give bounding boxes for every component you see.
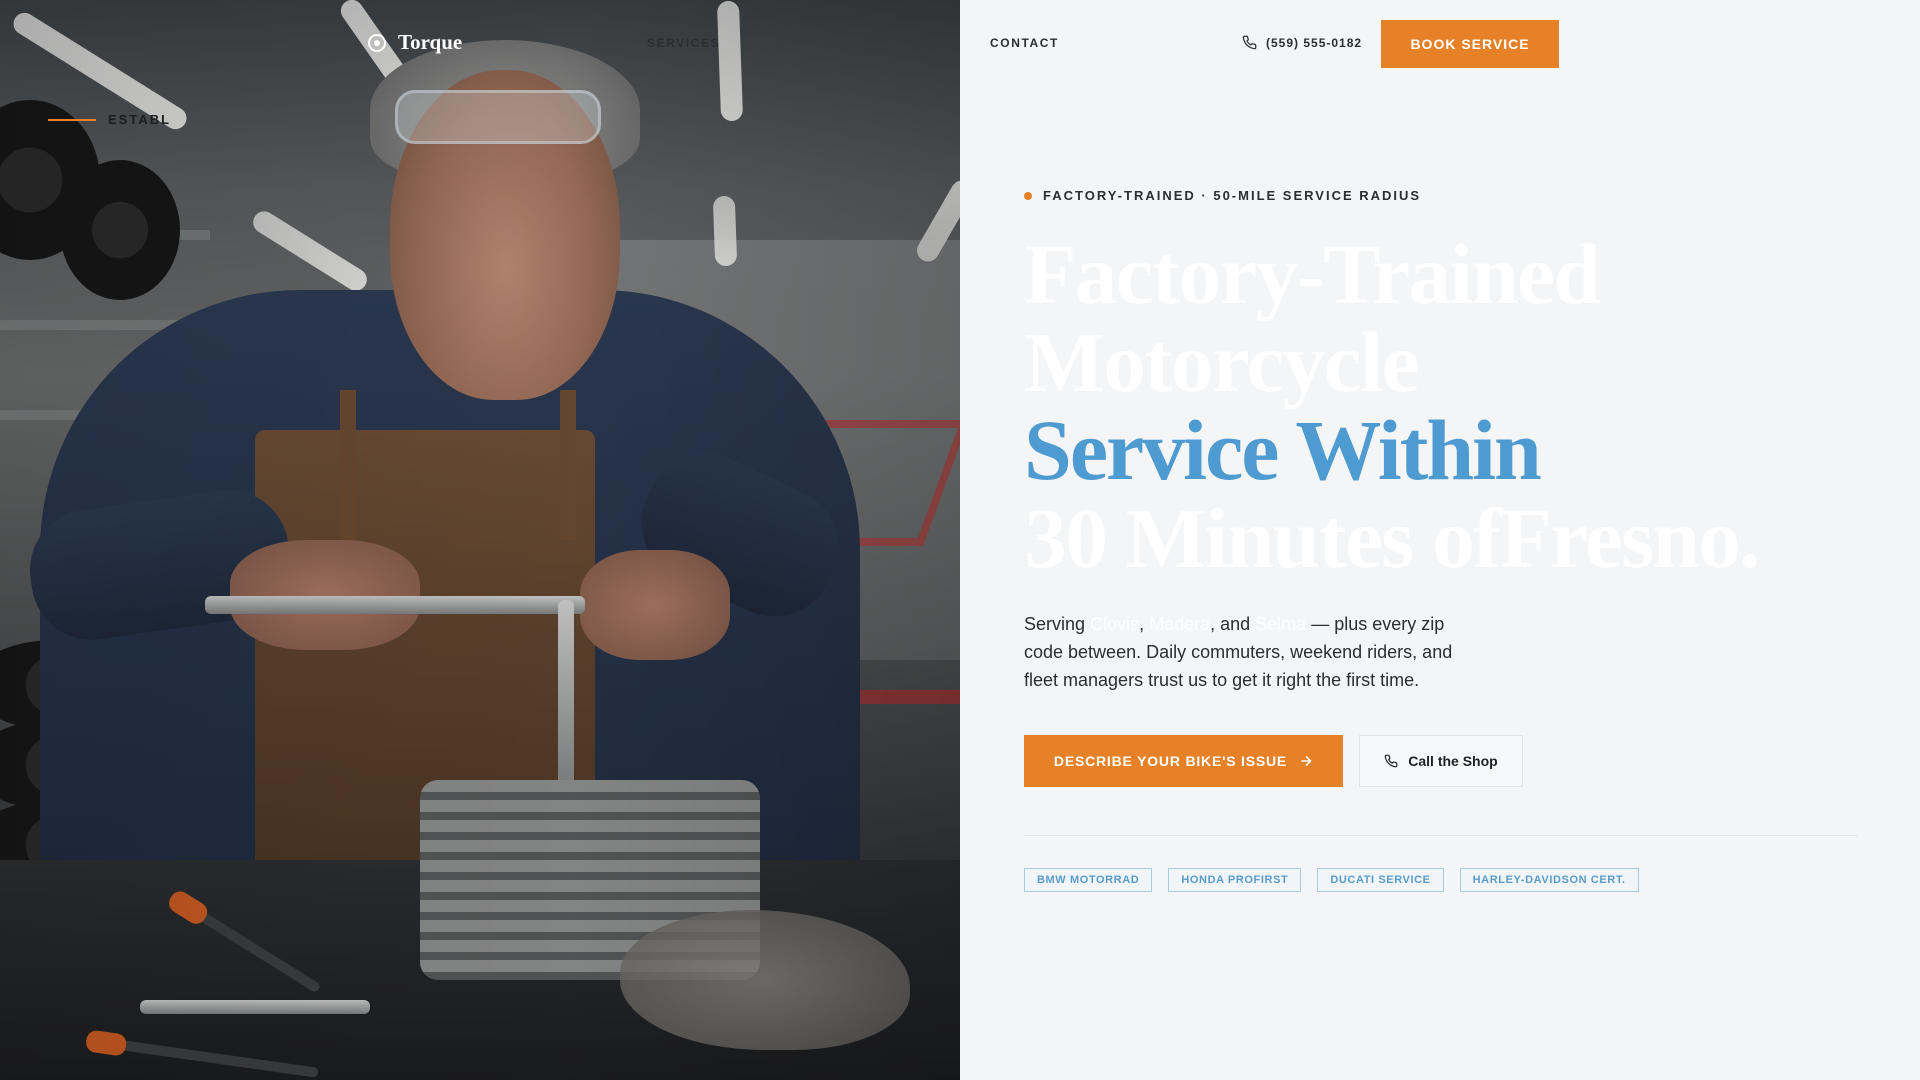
nav-services[interactable]: SERVICES bbox=[647, 36, 720, 50]
badge-bmw-motorrad: BMW MOTORRAD bbox=[1024, 868, 1153, 892]
arrow-right-icon bbox=[1301, 756, 1312, 766]
badge-harley-davidson: HARLEY-DAVIDSON CERT. bbox=[1459, 868, 1639, 892]
headline-line-2: Motorcycle bbox=[1024, 314, 1420, 410]
badge-ducati-service: DUCATI SERVICE bbox=[1317, 868, 1444, 892]
target-icon bbox=[368, 33, 386, 52]
call-shop-button[interactable]: Call the Shop bbox=[1359, 735, 1523, 787]
hero-eyebrow: FACTORY-TRAINED · 50-MILE SERVICE RADIUS bbox=[1024, 188, 1421, 203]
hero-headline: Factory-Trained Motorcycle Service Withi… bbox=[1024, 230, 1884, 582]
phone-icon bbox=[1242, 35, 1257, 50]
lede-city: Madera bbox=[1149, 614, 1211, 634]
hero-eyebrow-text: FACTORY-TRAINED · 50-MILE SERVICE RADIUS bbox=[1043, 188, 1422, 203]
hero-lede: Serving Clovis, Madera, and Selma — plus… bbox=[1024, 610, 1484, 694]
header-phone-number: (559) 555-0182 bbox=[1266, 35, 1363, 50]
badge-honda-profirst: HONDA PROFIRST bbox=[1168, 868, 1302, 892]
lede-prefix: Serving bbox=[1024, 614, 1091, 634]
hero-photo-mechanic bbox=[0, 0, 960, 1080]
lede-city: Selma bbox=[1255, 614, 1307, 634]
certification-badges: BMW MOTORRAD HONDA PROFIRST DUCATI SERVI… bbox=[1024, 868, 1639, 892]
photo-shade bbox=[0, 0, 960, 1080]
headline-line-4: 30 Minutes ofFresno. bbox=[1024, 490, 1761, 586]
status-dot bbox=[1024, 191, 1032, 200]
describe-issue-label: DESCRIBE YOUR BIKE'S ISSUE bbox=[1053, 753, 1288, 769]
call-shop-label: Call the Shop bbox=[1408, 753, 1498, 769]
header-phone-link[interactable]: (559) 555-0182 bbox=[1242, 35, 1362, 50]
describe-issue-button[interactable]: DESCRIBE YOUR BIKE'S ISSUE bbox=[1024, 735, 1343, 787]
nav-contact[interactable]: CONTACT bbox=[990, 36, 1059, 50]
lede-separator: , and bbox=[1210, 614, 1256, 634]
phone-icon bbox=[1384, 754, 1398, 768]
headline-line-1: Factory-Trained bbox=[1024, 226, 1601, 322]
brand-name: Torque bbox=[398, 30, 463, 54]
book-service-button[interactable]: BOOK SERVICE bbox=[1381, 20, 1559, 68]
nav-our-team[interactable]: OUR TEAM bbox=[749, 36, 826, 50]
lede-separator: , bbox=[1139, 614, 1150, 634]
headline-line-3: Service Within bbox=[1024, 402, 1542, 498]
established-text: ESTABL bbox=[108, 112, 172, 127]
established-label: ESTABL bbox=[48, 112, 171, 127]
hero-divider bbox=[1024, 835, 1858, 836]
brand-logo[interactable]: Torque bbox=[368, 30, 462, 55]
lede-city: Clovis bbox=[1090, 614, 1140, 634]
accent-line bbox=[48, 118, 96, 121]
